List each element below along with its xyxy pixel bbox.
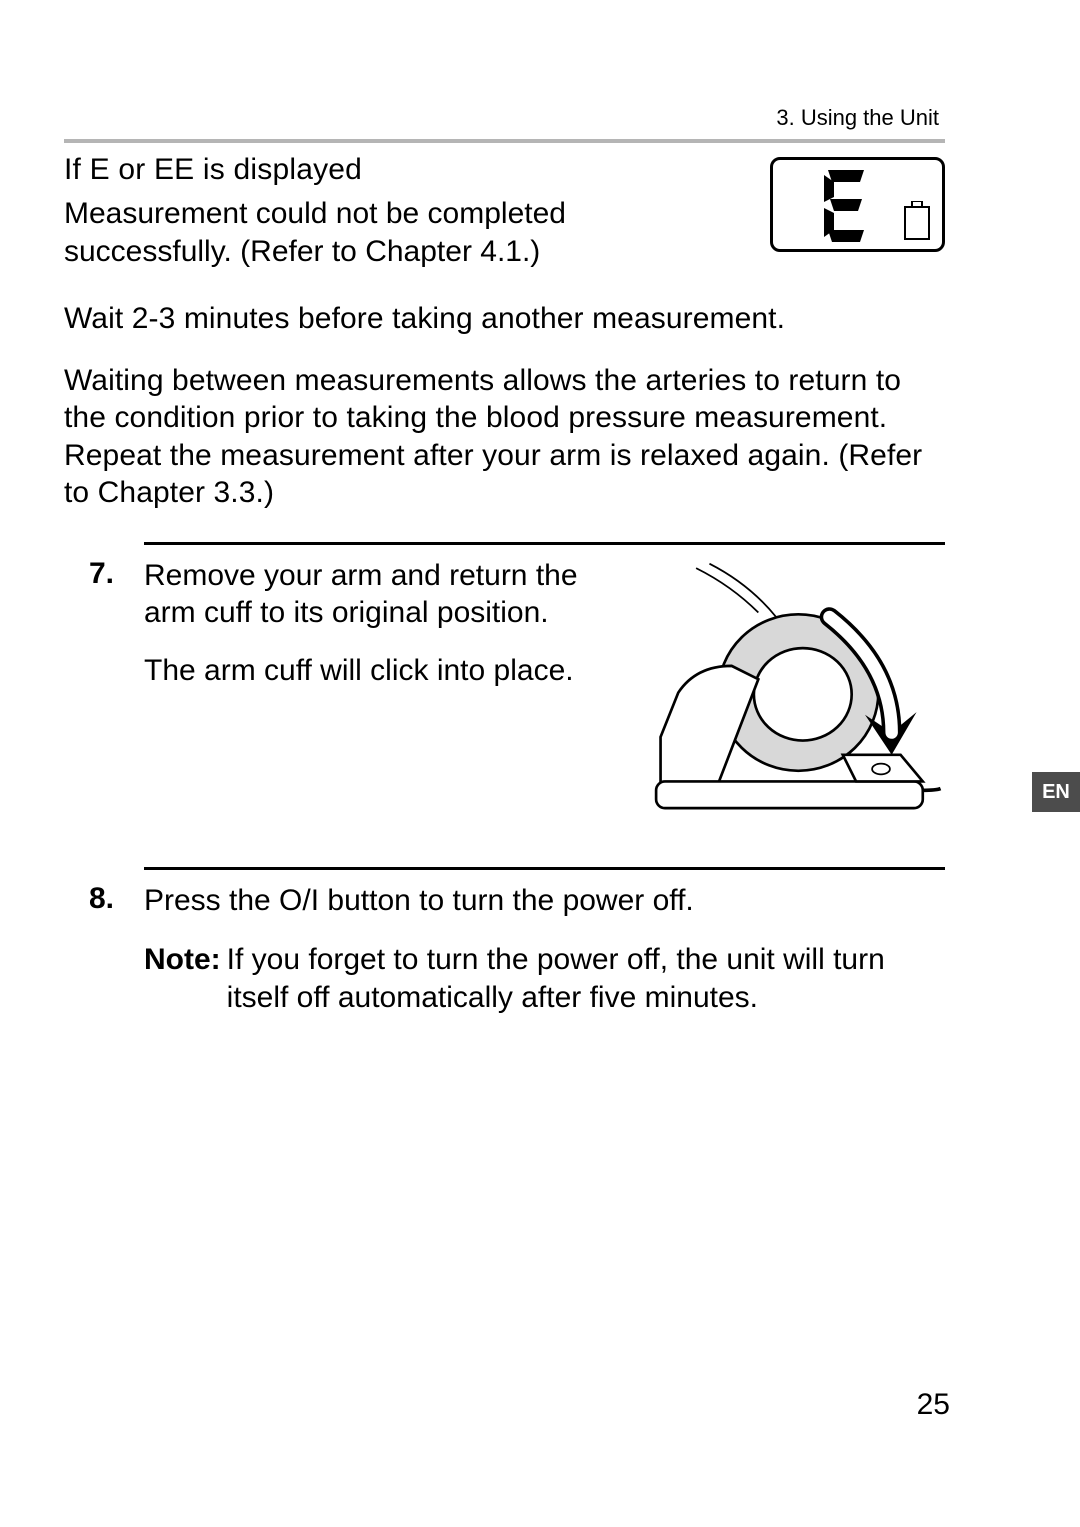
step-row: 8. Press the O/I button to turn the powe… bbox=[64, 882, 945, 1017]
step-text-column: Press the O/I button to turn the power o… bbox=[144, 882, 945, 1017]
step-number: 8. bbox=[64, 882, 114, 916]
step8-line1: Press the O/I button to turn the power o… bbox=[144, 882, 945, 920]
step-7: 7. Remove your arm and return the arm cu… bbox=[64, 542, 945, 837]
error-text-column: If E or EE is displayed Measurement coul… bbox=[64, 153, 740, 270]
battery-icon bbox=[902, 201, 932, 241]
step7-line1: Remove your arm and return the arm cuff … bbox=[144, 557, 595, 632]
device-cuff-return-icon bbox=[625, 557, 945, 837]
step7-line2: The arm cuff will click into place. bbox=[144, 652, 595, 690]
section-rule bbox=[64, 139, 945, 143]
step8-note: Note: If you forget to turn the power of… bbox=[144, 941, 945, 1016]
page-number: 25 bbox=[917, 1388, 950, 1422]
note-label: Note: bbox=[144, 941, 221, 979]
manual-page: 3. Using the Unit If E or EE is displaye… bbox=[0, 0, 1080, 1527]
section-header: 3. Using the Unit bbox=[64, 105, 945, 131]
wait-paragraph: Wait 2-3 minutes before taking another m… bbox=[64, 300, 945, 338]
error-block: If E or EE is displayed Measurement coul… bbox=[64, 153, 945, 270]
step-rule bbox=[144, 867, 945, 870]
step-content: Press the O/I button to turn the power o… bbox=[144, 882, 945, 1017]
error-heading: If E or EE is displayed bbox=[64, 153, 740, 187]
language-tab: EN bbox=[1032, 772, 1080, 812]
step-number: 7. bbox=[64, 557, 114, 591]
explain-paragraph: Waiting between measurements allows the … bbox=[64, 362, 945, 512]
error-body: Measurement could not be completed succe… bbox=[64, 195, 740, 270]
step-row: 7. Remove your arm and return the arm cu… bbox=[64, 557, 945, 837]
step-content: Remove your arm and return the arm cuff … bbox=[144, 557, 945, 837]
segment-e-icon bbox=[816, 165, 876, 245]
step-8: 8. Press the O/I button to turn the powe… bbox=[64, 867, 945, 1017]
step-rule bbox=[144, 542, 945, 545]
note-body: If you forget to turn the power off, the… bbox=[227, 941, 945, 1016]
lcd-error-display bbox=[770, 157, 945, 252]
step-text-column: Remove your arm and return the arm cuff … bbox=[144, 557, 595, 710]
